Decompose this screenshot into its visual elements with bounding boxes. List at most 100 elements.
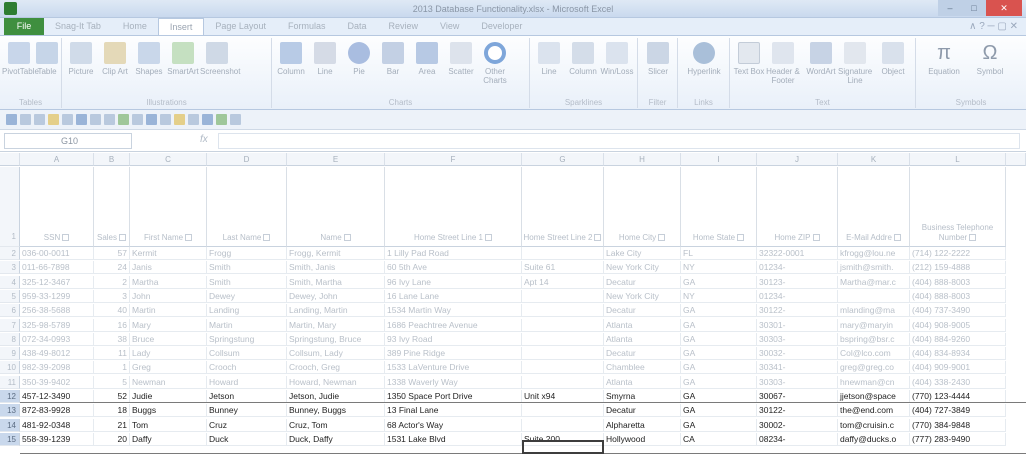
table-cell[interactable]: 96 Ivy Lane	[385, 275, 522, 289]
table-cell[interactable]: Landing	[207, 304, 287, 318]
bold-icon[interactable]	[76, 114, 87, 125]
table-cell[interactable]: Smith, Martha	[287, 275, 385, 289]
table-cell[interactable]: 16	[94, 318, 130, 332]
line-chart-button[interactable]: Line	[308, 42, 342, 76]
table-cell[interactable]: Lake City	[604, 247, 681, 260]
table-cell[interactable]: Suite 61	[522, 261, 604, 275]
column-header-b[interactable]: B	[94, 153, 130, 166]
table-cell[interactable]: kfrogg@lou.ne	[838, 247, 910, 260]
pie-chart-button[interactable]: Pie	[342, 42, 376, 76]
row-number[interactable]: 6	[0, 304, 20, 318]
table-cell[interactable]: NY	[681, 289, 757, 303]
table-cell[interactable]	[838, 289, 910, 303]
tab-data[interactable]: Data	[336, 18, 377, 35]
tab-snagit[interactable]: Snag-It Tab	[44, 18, 112, 35]
table-cell[interactable]	[522, 375, 604, 389]
row-number[interactable]: 7	[0, 318, 20, 332]
column-header-k[interactable]: K	[838, 153, 910, 166]
select-all-corner[interactable]	[0, 153, 20, 166]
table-cell[interactable]: (404) 888-8003	[910, 275, 1006, 289]
sort-icon[interactable]	[118, 114, 129, 125]
sum-icon[interactable]	[202, 114, 213, 125]
table-cell[interactable]: 60 5th Ave	[385, 261, 522, 275]
filter-dropdown-icon[interactable]	[812, 234, 820, 242]
open-icon[interactable]	[48, 114, 59, 125]
row-number[interactable]: 15	[0, 432, 20, 446]
table-cell[interactable]: (404) 908-9005	[910, 318, 1006, 332]
filter-icon[interactable]	[132, 114, 143, 125]
table-cell[interactable]: Frogg, Kermit	[287, 247, 385, 260]
table-cell[interactable]: 959-33-1299	[20, 289, 94, 303]
filter-dropdown-icon[interactable]	[969, 234, 977, 242]
table-cell[interactable]: 1533 LaVenture Drive	[385, 361, 522, 375]
column-header-h[interactable]: H	[604, 153, 681, 166]
print-icon[interactable]	[62, 114, 73, 125]
tab-insert[interactable]: Insert	[157, 18, 205, 35]
row-number[interactable]: 10	[0, 361, 20, 375]
table-cell[interactable]: 325-12-3467	[20, 275, 94, 289]
table-cell[interactable]: Chamblee	[604, 361, 681, 375]
italic-icon[interactable]	[90, 114, 101, 125]
slicer-button[interactable]: Slicer	[641, 42, 675, 76]
column-header-a[interactable]: A	[20, 153, 94, 166]
filter-dropdown-icon[interactable]	[343, 234, 351, 242]
table-cell[interactable]: 01234-	[757, 289, 838, 303]
tab-page-layout[interactable]: Page Layout	[204, 18, 277, 35]
table-cell[interactable]	[522, 247, 604, 260]
table-cell[interactable]: Smith	[207, 275, 287, 289]
table-cell[interactable]: 1338 Waverly Way	[385, 375, 522, 389]
clipart-button[interactable]: Clip Art	[98, 42, 132, 76]
table-cell[interactable]: (404) 834-8934	[910, 347, 1006, 361]
filter-dropdown-icon[interactable]	[658, 234, 666, 242]
table-cell[interactable]: Crooch, Greg	[287, 361, 385, 375]
table-cell[interactable]: 036-00-0011	[20, 247, 94, 260]
font-color-icon[interactable]	[188, 114, 199, 125]
table-cell[interactable]: Decatur	[604, 347, 681, 361]
hyperlink-button[interactable]: Hyperlink	[684, 42, 724, 76]
table-cell[interactable]: GA	[681, 347, 757, 361]
table-cell[interactable]: 011-66-7898	[20, 261, 94, 275]
table-cell[interactable]: Decatur	[604, 304, 681, 318]
table-cell[interactable]: GA	[681, 275, 757, 289]
minimize-button[interactable]: –	[938, 0, 962, 16]
screenshot-button[interactable]: Screenshot	[200, 42, 240, 76]
header-footer-button[interactable]: Header & Footer	[766, 42, 800, 85]
table-cell[interactable]: John	[130, 289, 207, 303]
table-cell[interactable]: Springstung	[207, 332, 287, 346]
table-cell[interactable]: 256-38-5688	[20, 304, 94, 318]
smartart-button[interactable]: SmartArt	[166, 42, 200, 76]
table-cell[interactable]: Smith, Janis	[287, 261, 385, 275]
table-cell[interactable]	[522, 289, 604, 303]
table-cell[interactable]: 2	[94, 275, 130, 289]
column-header-c[interactable]: C	[130, 153, 207, 166]
table-cell[interactable]: Springstung, Bruce	[287, 332, 385, 346]
table-cell[interactable]: Martin	[207, 318, 287, 332]
table-cell[interactable]: Smith	[207, 261, 287, 275]
equation-button[interactable]: π Equation	[924, 42, 964, 76]
save-icon[interactable]	[6, 114, 17, 125]
table-cell[interactable]: Atlanta	[604, 318, 681, 332]
name-box[interactable]: G10	[4, 133, 132, 149]
table-cell[interactable]: Janis	[130, 261, 207, 275]
tab-view[interactable]: View	[429, 18, 470, 35]
signature-line-button[interactable]: Signature Line	[838, 42, 872, 85]
table-cell[interactable]: Newman	[130, 375, 207, 389]
table-cell[interactable]: NY	[681, 261, 757, 275]
table-cell[interactable]: GA	[681, 375, 757, 389]
table-cell[interactable]: Col@lco.com	[838, 347, 910, 361]
table-cell[interactable]	[522, 361, 604, 375]
row-number[interactable]: 11	[0, 375, 20, 389]
row-number[interactable]: 13	[0, 404, 20, 418]
table-cell[interactable]: 11	[94, 347, 130, 361]
table-cell[interactable]: Howard, Newman	[287, 375, 385, 389]
sparkline-winloss-button[interactable]: Win/Loss	[600, 42, 634, 76]
table-cell[interactable]: (404) 884-9260	[910, 332, 1006, 346]
table-cell[interactable]: 30303-	[757, 332, 838, 346]
column-header-l[interactable]: L	[910, 153, 1006, 166]
redo-icon[interactable]	[34, 114, 45, 125]
filter-dropdown-icon[interactable]	[594, 234, 602, 242]
column-header-j[interactable]: J	[757, 153, 838, 166]
table-cell[interactable]: 30032-	[757, 347, 838, 361]
table-cell[interactable]: 30303-	[757, 375, 838, 389]
object-button[interactable]: Object	[876, 42, 910, 76]
